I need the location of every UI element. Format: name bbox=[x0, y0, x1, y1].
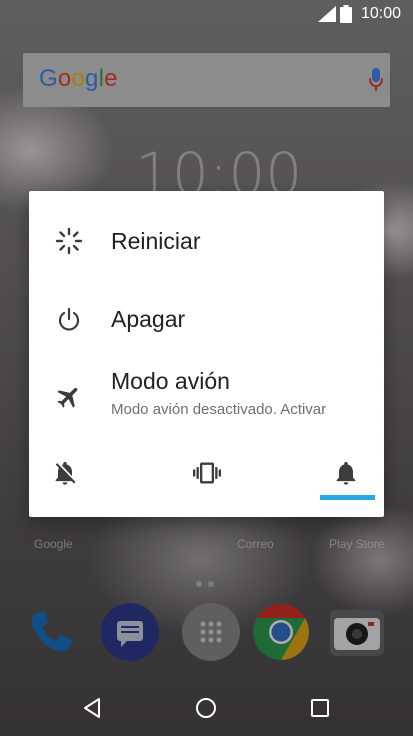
airplane-mode-status: Modo avión desactivado. Activar bbox=[111, 401, 327, 418]
vibrate-icon bbox=[193, 462, 221, 484]
selected-mode-indicator bbox=[320, 495, 375, 500]
power-icon bbox=[58, 307, 80, 331]
sound-mode-button[interactable] bbox=[316, 449, 376, 493]
restart-label: Reiniciar bbox=[111, 228, 201, 254]
sound-mode-selector bbox=[29, 441, 384, 513]
airplane-icon bbox=[57, 387, 78, 408]
signal-icon bbox=[318, 6, 336, 22]
power-options-dialog: Reiniciar Apagar Modo avión Modo avión d… bbox=[29, 191, 384, 517]
restart-icon bbox=[55, 227, 83, 255]
back-icon[interactable] bbox=[78, 694, 106, 722]
airplane-mode-label: Modo avión bbox=[111, 368, 230, 394]
bell-icon bbox=[336, 461, 356, 485]
navigation-bar bbox=[0, 680, 413, 736]
home-icon[interactable] bbox=[192, 694, 220, 722]
status-bar: 10:00 bbox=[0, 0, 413, 30]
vibrate-mode-button[interactable] bbox=[177, 449, 237, 493]
power-off-label: Apagar bbox=[111, 306, 186, 332]
restart-option[interactable]: Reiniciar bbox=[29, 203, 384, 277]
airplane-mode-option[interactable]: Modo avión Modo avión desactivado. Activ… bbox=[29, 357, 384, 437]
silent-mode-button[interactable] bbox=[35, 449, 95, 493]
battery-icon bbox=[340, 5, 352, 23]
status-time: 10:00 bbox=[361, 5, 402, 22]
recents-icon[interactable] bbox=[306, 694, 334, 722]
silent-icon bbox=[55, 461, 76, 485]
power-off-option[interactable]: Apagar bbox=[29, 281, 384, 355]
